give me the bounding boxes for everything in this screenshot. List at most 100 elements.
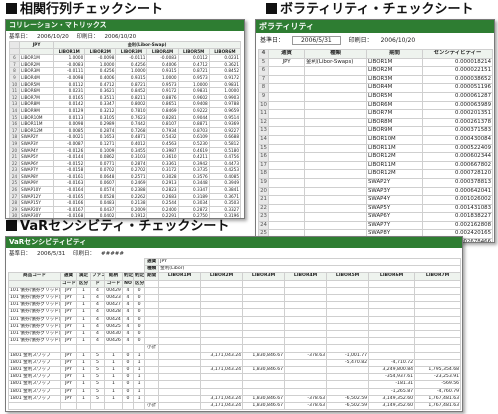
matrix-cell[interactable]: 0.3455: [115, 146, 148, 155]
sensitivity-value[interactable]: [200, 330, 244, 339]
sensitivity-cell[interactable]: 0.000018214: [422, 57, 493, 68]
matrix-cell[interactable]: 0.3347: [84, 100, 117, 108]
sensitivity-value[interactable]: [200, 301, 244, 310]
sensitivity-value[interactable]: [242, 286, 286, 296]
matrix-cell[interactable]: 0.2872: [177, 205, 210, 214]
sensitivity-value[interactable]: 1,830,846.67: [242, 394, 286, 404]
matrix-cell[interactable]: 0.8876: [146, 93, 179, 102]
sensitivity-value[interactable]: [158, 286, 202, 296]
sensitivity-value[interactable]: [326, 366, 370, 375]
sensitivity-cell[interactable]: 0.000430084: [422, 134, 493, 145]
matrix-cell[interactable]: 0.8002: [115, 100, 148, 108]
sensitivity-value[interactable]: [242, 380, 286, 389]
matrix-cell[interactable]: 0.0402: [84, 212, 117, 218]
sensitivity-value[interactable]: [158, 301, 202, 310]
sensitivity-value[interactable]: [200, 358, 244, 368]
matrix-cell[interactable]: 0.9602: [177, 93, 210, 102]
sensitivity-value[interactable]: [326, 330, 370, 339]
sensitivity-value[interactable]: [414, 286, 462, 296]
matrix-cell[interactable]: 0.8871: [177, 120, 210, 128]
matrix-cell[interactable]: 0.1009: [84, 146, 117, 155]
matrix-cell[interactable]: 0.4712: [84, 80, 117, 89]
matrix-cell[interactable]: 0.7810: [115, 106, 148, 115]
matrix-cell[interactable]: 0.8281: [146, 113, 179, 122]
matrix-cell[interactable]: 0.8703: [177, 126, 210, 135]
matrix-cell[interactable]: 0.3949: [208, 179, 242, 188]
sensitivity-value[interactable]: [158, 294, 202, 303]
sensitivity-value[interactable]: [200, 308, 244, 317]
sensitivity-value[interactable]: [284, 286, 328, 296]
sensitivity-value[interactable]: [368, 294, 416, 303]
sensitivity-value[interactable]: [368, 330, 416, 339]
sensitivity-value[interactable]: [414, 308, 462, 317]
matrix-cell[interactable]: -0.0166: [53, 199, 86, 207]
matrix-cell[interactable]: 0.9573: [177, 73, 210, 82]
matrix-cell[interactable]: 0.8452: [115, 87, 148, 95]
sensitivity-value[interactable]: -378.63: [284, 394, 328, 404]
sensitivity-value[interactable]: [414, 351, 462, 360]
sensitivity-value[interactable]: [326, 373, 370, 382]
sensitivity-value[interactable]: 1,830,846.67: [242, 351, 286, 360]
sensitivity-value[interactable]: -1,265.87: [368, 387, 416, 396]
sensitivity-cell[interactable]: 0.000642041: [422, 186, 493, 197]
matrix-cell[interactable]: 1.0000: [146, 73, 179, 82]
matrix-cell[interactable]: 0.0437: [84, 205, 117, 214]
matrix-cell[interactable]: 0.5230: [177, 139, 210, 148]
sensitivity-value[interactable]: [284, 330, 328, 339]
matrix-cell[interactable]: 0.3735: [177, 166, 210, 174]
sensitivity-value[interactable]: [368, 351, 416, 360]
sensitivity-value[interactable]: [200, 322, 244, 332]
matrix-cell[interactable]: 0.9315: [146, 67, 179, 75]
matrix-cell[interactable]: 0.0231: [208, 54, 242, 62]
matrix-cell[interactable]: 0.9831: [208, 80, 242, 89]
matrix-cell[interactable]: 0.9831: [177, 87, 210, 95]
matrix-cell[interactable]: -0.0167: [53, 205, 86, 214]
sensitivity-value[interactable]: [242, 322, 286, 332]
sensitivity-value[interactable]: [368, 322, 416, 332]
sensitivity-cell[interactable]: 0.000667802: [422, 160, 493, 171]
sensitivity-value[interactable]: 3,171,043.24: [200, 351, 244, 360]
matrix-cell[interactable]: 0.3347: [177, 186, 210, 194]
matrix-cell[interactable]: 0.8211: [115, 93, 148, 102]
sensitivity-value[interactable]: 3,171,043.24: [200, 366, 244, 375]
matrix-cell[interactable]: 0.1653: [84, 133, 117, 141]
matrix-cell[interactable]: -0.0168: [53, 212, 86, 218]
matrix-cell[interactable]: 0.3621: [208, 60, 242, 69]
sensitivity-cell[interactable]: 0.000522409: [422, 143, 493, 154]
matrix-cell[interactable]: 0.3034: [177, 199, 210, 207]
sensitivity-value[interactable]: [242, 330, 286, 339]
matrix-cell[interactable]: 0.2138: [115, 199, 148, 207]
matrix-cell[interactable]: 0.4563: [146, 139, 179, 148]
matrix-cell[interactable]: 0.4712: [177, 60, 210, 69]
matrix-cell[interactable]: 0.8721: [115, 80, 148, 89]
sensitivity-value[interactable]: -6,502.59: [326, 394, 370, 404]
matrix-cell[interactable]: 0.3361: [146, 159, 179, 168]
matrix-cell[interactable]: -0.0152: [53, 159, 86, 168]
matrix-cell[interactable]: 0.3103: [115, 153, 148, 161]
sensitivity-value[interactable]: [326, 322, 370, 332]
sensitivity-value[interactable]: [326, 315, 370, 324]
sensitivity-value[interactable]: [368, 337, 416, 346]
sensitivity-value[interactable]: [368, 315, 416, 324]
sensitivity-value[interactable]: [242, 358, 286, 368]
sensitivity-cell[interactable]: 0.000061287: [422, 91, 493, 102]
sensitivity-value[interactable]: -4,760.79: [414, 387, 462, 396]
matrix-cell[interactable]: 0.8651: [146, 100, 179, 108]
sensitivity-value[interactable]: 1,767,481.63: [414, 394, 462, 404]
matrix-cell[interactable]: 0.6109: [177, 133, 210, 141]
matrix-cell[interactable]: 0.9172: [146, 87, 179, 95]
matrix-cell[interactable]: 0.6688: [208, 133, 242, 141]
sensitivity-value[interactable]: [158, 366, 202, 375]
sensitivity-value[interactable]: [284, 373, 328, 382]
matrix-cell[interactable]: 0.2683: [146, 192, 179, 201]
matrix-cell[interactable]: 0.3028: [146, 172, 179, 181]
matrix-cell[interactable]: -0.0158: [53, 166, 86, 174]
sensitivity-value[interactable]: [284, 322, 328, 332]
matrix-cell[interactable]: 0.0113: [53, 113, 86, 122]
sensitivity-value[interactable]: [284, 337, 328, 346]
sensitivity-value[interactable]: [200, 315, 244, 324]
matrix-cell[interactable]: 0.2913: [146, 179, 179, 188]
matrix-cell[interactable]: -0.0111: [53, 67, 86, 75]
sensitivity-value[interactable]: [414, 301, 462, 310]
matrix-cell[interactable]: 0.2571: [115, 172, 148, 181]
